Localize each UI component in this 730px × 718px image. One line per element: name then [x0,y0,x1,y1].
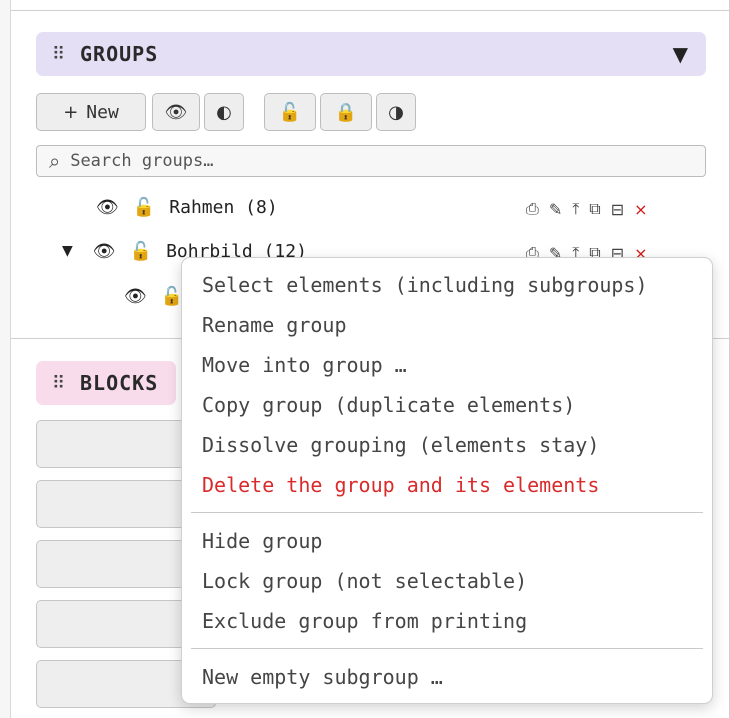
blocks-title: BLOCKS [80,371,159,395]
menu-item-new-subgroup[interactable]: New empty subgroup … [182,657,712,697]
menu-separator [191,512,703,513]
groups-title: GROUPS [80,42,159,66]
unlock-icon: 🔓 [278,101,302,123]
group-name[interactable]: Rahmen (8) [169,197,277,218]
toggle-visibility-button[interactable]: ◐ [204,93,244,131]
search-groups-input[interactable]: ⌕ Search groups… [36,145,706,177]
edit-icon[interactable]: ✎ [549,200,562,219]
toggle-lock-button[interactable]: ◑ [376,93,416,131]
delete-icon[interactable]: × [634,200,647,219]
unlock-icon[interactable]: 🔓 [130,241,152,262]
eye-icon[interactable]: 👁 [96,197,119,218]
row-actions-rahmen: ⎙ ✎ ⤒ ⧉ ⊟ × [526,199,648,219]
triangle-down-icon[interactable]: ▼ [673,42,688,66]
menu-item-dissolve-grouping[interactable]: Dissolve grouping (elements stay) [182,425,712,465]
move-top-icon[interactable]: ⤒ [572,199,579,219]
plus-icon: + [63,101,79,123]
menu-item-copy-group[interactable]: Copy group (duplicate elements) [182,385,712,425]
menu-item-move-into-group[interactable]: Move into group … [182,345,712,385]
menu-item-hide-group[interactable]: Hide group [182,521,712,561]
unlock-icon[interactable]: 🔓 [133,197,155,218]
show-all-button[interactable]: 👁 [152,93,200,131]
blocks-section-header[interactable]: ⠿ BLOCKS [36,361,176,405]
eye-icon[interactable]: 👁 [124,286,147,307]
drag-grip-icon[interactable]: ⠿ [52,44,80,65]
search-placeholder: Search groups… [70,151,214,171]
group-row-rahmen[interactable]: 👁 🔓 Rahmen (8) [96,190,278,224]
menu-item-select-elements[interactable]: Select elements (including subgroups) [182,265,712,305]
group-context-menu: Select elements (including subgroups) Re… [181,257,713,704]
menu-item-rename-group[interactable]: Rename group [182,305,712,345]
unlock-icon[interactable]: 🔓 [161,286,183,307]
new-group-button[interactable]: + New [36,93,146,131]
new-group-label: New [86,101,119,123]
lock-icon: 🔒 [334,101,358,123]
menu-separator [191,648,703,649]
menu-item-lock-group[interactable]: Lock group (not selectable) [182,561,712,601]
dissolve-icon[interactable]: ⊟ [611,200,624,219]
unlock-all-button[interactable]: 🔓 [264,93,316,131]
left-panel-edge [0,0,11,718]
groups-section-header[interactable]: ⠿ GROUPS ▼ [36,32,706,76]
lock-all-button[interactable]: 🔒 [320,93,372,131]
drag-grip-icon[interactable]: ⠿ [52,373,80,394]
search-icon: ⌕ [49,149,61,173]
half-circle-lock-icon: ◑ [388,101,404,123]
eye-icon[interactable]: 👁 [93,241,116,262]
eye-icon: 👁 [164,101,188,123]
expander-icon[interactable]: ▼ [62,243,73,259]
menu-item-delete-group[interactable]: Delete the group and its elements [182,465,712,505]
half-circle-icon: ◐ [216,101,232,123]
copy-icon[interactable]: ⧉ [589,199,600,219]
menu-item-exclude-from-printing[interactable]: Exclude group from printing [182,601,712,641]
print-icon[interactable]: ⎙ [526,199,539,219]
top-divider [11,10,730,11]
